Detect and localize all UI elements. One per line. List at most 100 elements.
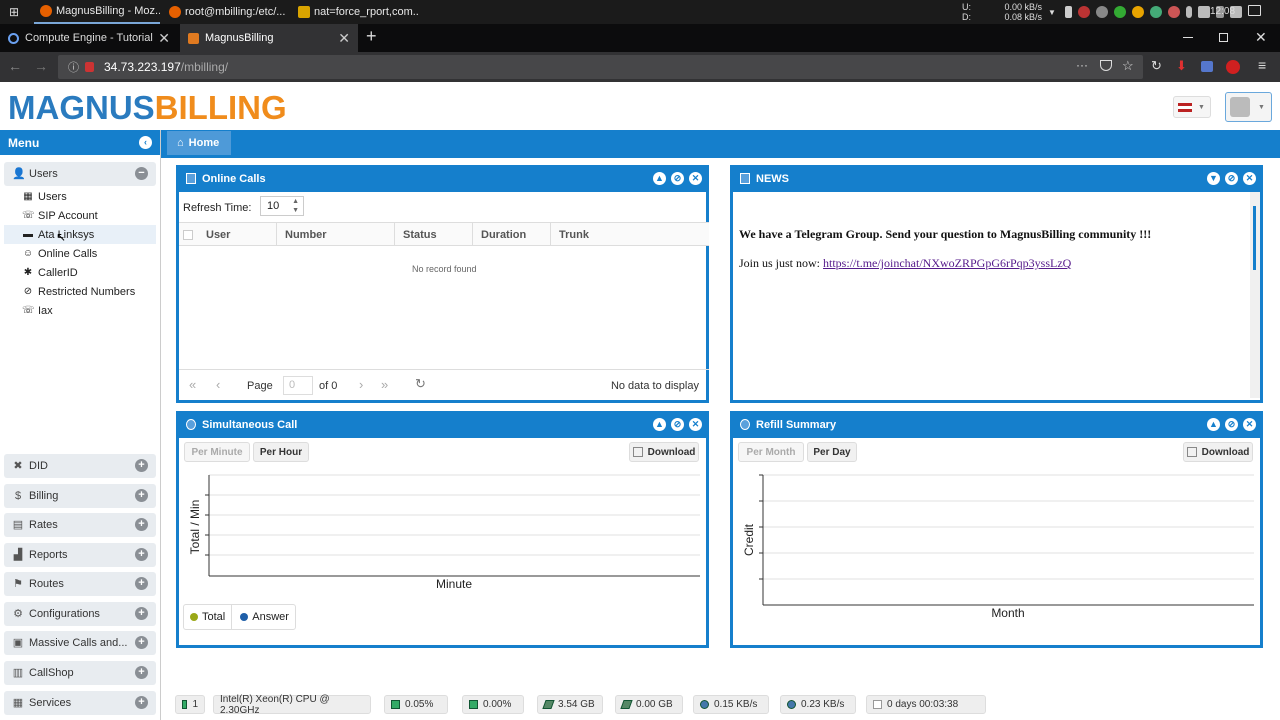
clock[interactable]: 12:08 xyxy=(1210,6,1235,17)
column-header[interactable]: Status xyxy=(403,229,437,241)
tray-app-icon-5[interactable] xyxy=(1167,6,1180,18)
tab-home[interactable]: ⌂ Home xyxy=(167,131,231,155)
menu-group-configurations[interactable]: ⚙ Configurations + xyxy=(4,602,156,626)
browser-tab-magnusbilling[interactable]: MagnusBilling ✕ xyxy=(180,24,358,52)
prev-page-icon[interactable]: ‹ xyxy=(216,377,220,392)
info-icon[interactable]: ⓘ xyxy=(68,59,79,75)
collapse-icon[interactable]: − xyxy=(135,167,148,180)
sidebar-item-ata-linksys[interactable]: ▬ Ata Linksys xyxy=(4,225,156,244)
expand-icon[interactable]: + xyxy=(135,518,148,531)
menu-group-massive-calls[interactable]: ▣ Massive Calls and... + xyxy=(4,631,156,655)
menu-group-users[interactable]: 👤 Users − xyxy=(4,162,156,186)
expand-icon[interactable]: + xyxy=(135,577,148,590)
menu-group-billing[interactable]: $ Billing + xyxy=(4,484,156,508)
close-window-icon[interactable]: ✕ xyxy=(1255,29,1267,46)
microphone-icon[interactable] xyxy=(1185,6,1192,18)
url-bar[interactable]: ⓘ 34.73.223.197 /mbilling/ ··· ☆ xyxy=(58,55,1143,79)
scrollbar-thumb[interactable] xyxy=(1253,206,1256,270)
collapse-panel-icon[interactable]: ▲ xyxy=(653,172,666,185)
chrome-icon[interactable] xyxy=(1131,6,1144,18)
close-panel-icon[interactable]: ✕ xyxy=(689,172,702,185)
select-all-checkbox[interactable] xyxy=(183,230,193,240)
close-tab-icon[interactable]: ✕ xyxy=(338,30,350,47)
spinner-icon[interactable]: ▲ ▼ xyxy=(292,197,299,215)
close-panel-icon[interactable]: ✕ xyxy=(689,418,702,431)
download-button[interactable]: Download xyxy=(1183,442,1253,462)
settings-panel-icon[interactable]: ⊘ xyxy=(671,172,684,185)
per-month-button[interactable]: Per Month xyxy=(738,442,804,462)
extension-icon[interactable] xyxy=(1201,61,1213,72)
legend-item-total[interactable]: Total xyxy=(184,605,233,629)
expand-icon[interactable]: + xyxy=(135,636,148,649)
refresh-time-input[interactable]: 10 ▲ ▼ xyxy=(260,196,304,216)
column-header[interactable]: Number xyxy=(285,229,327,241)
sidebar-item-sip-account[interactable]: ☏ SIP Account xyxy=(22,206,98,225)
menu-group-routes[interactable]: ⚑ Routes + xyxy=(4,572,156,596)
collapse-panel-icon[interactable]: ▲ xyxy=(1207,418,1220,431)
download-button[interactable]: Download xyxy=(629,442,699,462)
tray-app-icon-4[interactable] xyxy=(1149,6,1162,18)
sidebar-item-restricted-numbers[interactable]: ⊘ Restricted Numbers xyxy=(22,282,135,301)
expand-icon[interactable]: + xyxy=(135,696,148,709)
expand-icon[interactable]: + xyxy=(135,548,148,561)
pocket-icon[interactable] xyxy=(1100,60,1112,71)
settings-panel-icon[interactable]: ⊘ xyxy=(1225,172,1238,185)
page-actions-icon[interactable]: ··· xyxy=(1076,58,1088,72)
collapse-panel-icon[interactable]: ▲ xyxy=(653,418,666,431)
language-selector[interactable]: ▼ xyxy=(1173,96,1211,118)
last-page-icon[interactable]: » xyxy=(381,377,388,392)
close-panel-icon[interactable]: ✕ xyxy=(1243,418,1256,431)
start-grid-icon[interactable]: ⊞ xyxy=(9,5,19,19)
refresh-icon[interactable]: ↻ xyxy=(415,376,426,392)
user-menu-button[interactable]: ▼ xyxy=(1225,92,1272,122)
extension-download-icon[interactable]: ⬇ xyxy=(1176,58,1187,74)
tray-app-icon-2[interactable] xyxy=(1095,6,1108,18)
minimize-icon[interactable] xyxy=(1183,37,1193,38)
settings-panel-icon[interactable]: ⊘ xyxy=(1225,418,1238,431)
legend-item-answer[interactable]: Answer xyxy=(232,611,297,623)
column-header[interactable]: Trunk xyxy=(559,229,589,241)
sidebar-item-users[interactable]: ▦ Users xyxy=(22,187,66,206)
menu-group-callshop[interactable]: ▥ CallShop + xyxy=(4,661,156,685)
expand-icon[interactable]: + xyxy=(135,459,148,472)
telegram-link[interactable]: https://t.me/joinchat/NXwoZRPGpG6rPqp3ys… xyxy=(823,256,1071,270)
menu-group-services[interactable]: ▦ Services + xyxy=(4,691,156,715)
expand-icon[interactable]: + xyxy=(135,607,148,620)
settings-panel-icon[interactable]: ⊘ xyxy=(671,418,684,431)
sidebar-item-iax[interactable]: ☏ Iax xyxy=(22,301,53,320)
adblock-icon[interactable] xyxy=(1226,60,1240,74)
sidebar-item-callerid[interactable]: ✱ CallerID xyxy=(22,263,78,282)
forward-arrow-icon[interactable]: → xyxy=(34,58,48,74)
per-minute-button[interactable]: Per Minute xyxy=(184,442,250,462)
page-number-input[interactable]: 0 xyxy=(283,376,313,395)
reload-icon[interactable]: ↻ xyxy=(1151,58,1162,74)
expand-panel-icon[interactable]: ▼ xyxy=(1207,172,1220,185)
network-icon[interactable] xyxy=(1197,6,1210,18)
collapse-menu-icon[interactable]: ‹ xyxy=(139,136,152,149)
hamburger-menu-icon[interactable]: ≡ xyxy=(1258,57,1266,73)
battery-icon[interactable] xyxy=(1064,6,1072,18)
per-day-button[interactable]: Per Day xyxy=(807,442,857,462)
sidebar-item-online-calls[interactable]: ☺ Online Calls xyxy=(22,244,97,263)
browser-tab-compute-engine[interactable]: Compute Engine - Tutorial - Go ✕ xyxy=(0,24,178,52)
menu-group-reports[interactable]: ▟ Reports + xyxy=(4,543,156,567)
tray-app-icon-1[interactable] xyxy=(1077,6,1090,18)
back-arrow-icon[interactable]: ← xyxy=(8,58,22,74)
taskbar-task-editor[interactable]: nat=force_rport,com... xyxy=(292,0,418,24)
menu-group-did[interactable]: ✖ DID + xyxy=(4,454,156,478)
taskbar-task-firefox[interactable]: MagnusBilling - Moz... xyxy=(34,0,160,24)
new-tab-button[interactable]: + xyxy=(366,26,377,47)
column-header[interactable]: User xyxy=(206,229,230,241)
close-tab-icon[interactable]: ✕ xyxy=(158,30,170,47)
news-scrollbar[interactable] xyxy=(1250,192,1260,398)
expand-icon[interactable]: + xyxy=(135,489,148,502)
taskbar-task-terminal[interactable]: root@mbilling:/etc/... xyxy=(163,0,287,24)
bookmark-star-icon[interactable]: ☆ xyxy=(1122,58,1134,74)
per-hour-button[interactable]: Per Hour xyxy=(253,442,309,462)
expand-icon[interactable]: + xyxy=(135,666,148,679)
tray-app-icon-3[interactable] xyxy=(1113,6,1126,18)
column-header[interactable]: Duration xyxy=(481,229,526,241)
tray-chevron-icon[interactable]: ▼ xyxy=(1048,8,1056,17)
menu-group-rates[interactable]: ▤ Rates + xyxy=(4,513,156,537)
notification-icon[interactable] xyxy=(1248,5,1261,16)
